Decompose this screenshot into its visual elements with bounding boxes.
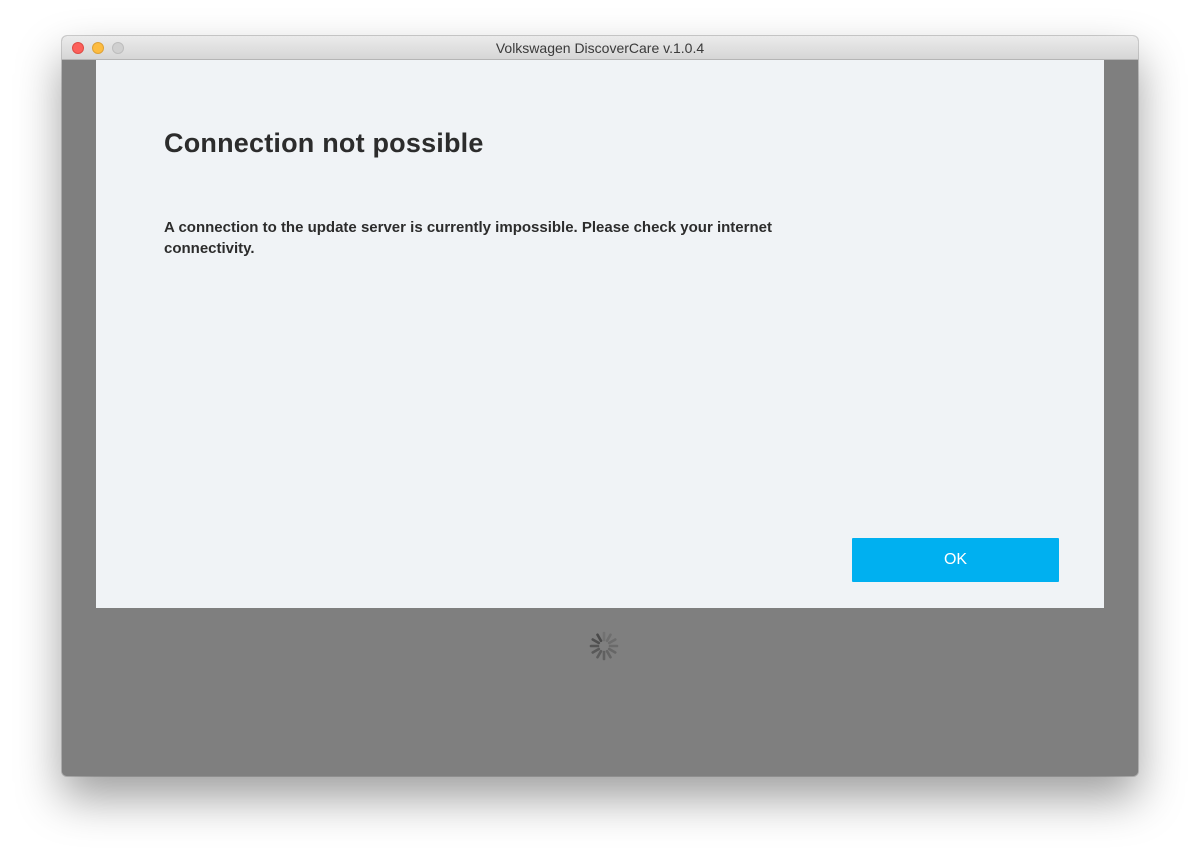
- app-window: Volkswagen DiscoverCare v.1.0.4 Connecti…: [62, 36, 1138, 776]
- loading-spinner-icon: [589, 631, 619, 661]
- dialog-message: A connection to the update server is cur…: [164, 219, 772, 257]
- window-content: Connection not possible A connection to …: [62, 60, 1138, 776]
- window-title: Volkswagen DiscoverCare v.1.0.4: [495, 40, 705, 56]
- ok-button[interactable]: OK: [852, 538, 1059, 582]
- error-dialog: Connection not possible A connection to …: [96, 60, 1104, 608]
- dialog-title: Connection not possible: [164, 128, 484, 158]
- title-bar[interactable]: Volkswagen DiscoverCare v.1.0.4: [62, 36, 1138, 60]
